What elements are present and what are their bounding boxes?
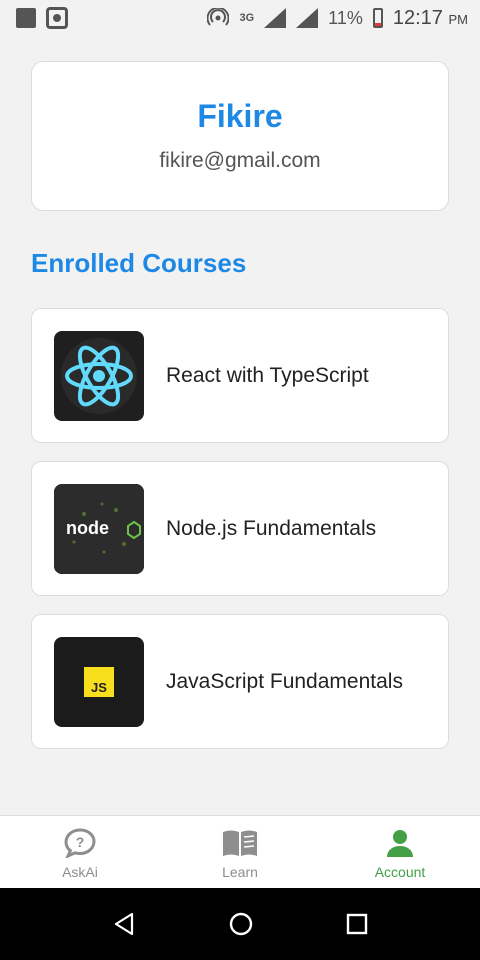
course-title: JavaScript Fundamentals — [166, 669, 403, 693]
tab-label: Learn — [222, 864, 258, 880]
battery-icon — [372, 8, 383, 28]
course-card[interactable]: JS JavaScript Fundamentals — [31, 614, 449, 749]
clock-time: 12:17 — [392, 6, 443, 29]
home-icon[interactable] — [228, 911, 254, 937]
person-icon — [387, 830, 413, 857]
svg-text:?: ? — [76, 834, 85, 850]
course-title: React with TypeScript — [166, 363, 369, 387]
svg-text:node: node — [66, 518, 109, 538]
js-logo-icon: JS — [54, 636, 144, 727]
hotspot-icon — [207, 8, 230, 26]
profile-card: Fikire fikire@gmail.com — [31, 61, 449, 211]
signal-icon — [264, 8, 287, 28]
battery-percent: 11% — [328, 7, 363, 28]
profile-email: fikire@gmail.com — [159, 149, 321, 172]
section-title: Enrolled Courses — [31, 248, 247, 278]
tab-askai[interactable]: ? AskAi — [0, 816, 160, 889]
notification-icon — [16, 8, 36, 28]
clock: 12:17 PM — [393, 7, 468, 30]
signal-icon-2 — [296, 8, 319, 28]
course-card[interactable]: React with TypeScript — [31, 308, 449, 443]
recents-icon[interactable] — [346, 913, 368, 935]
bottom-nav: ? AskAi Learn Account — [0, 815, 480, 889]
nodejs-logo-icon: node — [54, 483, 144, 574]
back-icon[interactable] — [112, 912, 136, 936]
tab-account[interactable]: Account — [320, 816, 480, 889]
book-icon — [223, 830, 257, 856]
course-card[interactable]: node Node.js Fundamentals — [31, 461, 449, 596]
tab-label: AskAi — [62, 864, 98, 880]
clock-ampm: PM — [448, 11, 469, 27]
status-bar: 3G 11% 12:17 PM — [0, 0, 480, 36]
question-bubble-icon: ? — [64, 828, 96, 858]
course-title: Node.js Fundamentals — [166, 516, 377, 540]
tab-learn[interactable]: Learn — [160, 816, 320, 889]
screen-record-icon — [46, 7, 68, 29]
network-type: 3G — [239, 12, 255, 24]
system-nav-bar — [0, 888, 480, 960]
tab-label: Account — [374, 864, 426, 880]
react-logo-icon — [54, 330, 144, 421]
profile-name: Fikire — [197, 98, 283, 134]
